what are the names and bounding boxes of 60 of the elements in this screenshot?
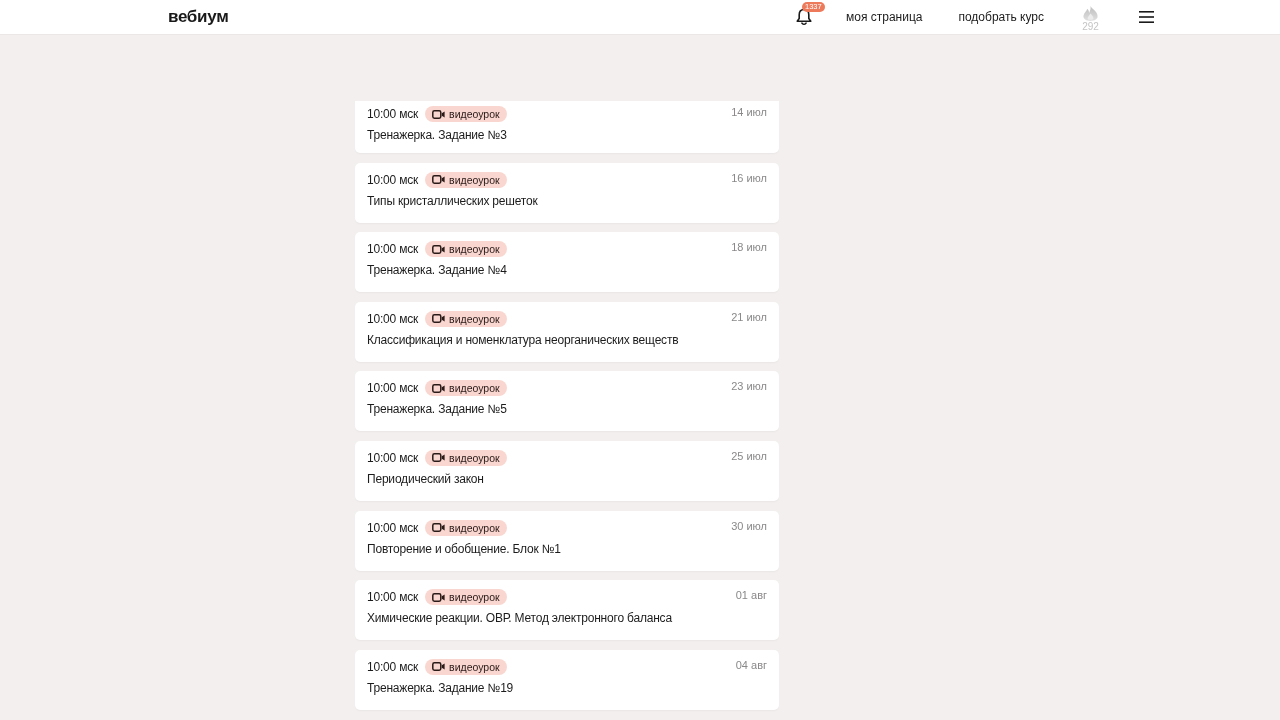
lesson-type-label: видеоурок [449, 382, 500, 395]
video-camera-icon [432, 662, 446, 672]
video-camera-icon [432, 383, 446, 393]
lesson-title: Тренажерка. Задание №3 [367, 128, 508, 142]
lesson-title: Тренажерка. Задание №4 [367, 263, 508, 278]
lesson-type-label: видеоурок [449, 660, 500, 673]
video-camera-icon [432, 175, 446, 185]
menu-icon[interactable] [1139, 11, 1154, 23]
nav-link[interactable]: моя страница [845, 10, 923, 24]
lesson-card[interactable]: 10:00 мск видеоурок 30 июл Повторение и обобщение. Блок №1 [355, 510, 779, 571]
lesson-type-label: видеоурок [449, 521, 500, 534]
lesson-date: 04 авг [735, 658, 767, 671]
lesson-time: 10:00 мск [367, 659, 419, 674]
lesson-date: 16 июл [731, 171, 767, 184]
logo[interactable]: вебиум [168, 7, 229, 27]
lesson-title: Химические реакции. ОВР. Метод электронного баланса [367, 611, 673, 626]
lesson-time: 10:00 мск [367, 242, 419, 257]
video-camera-icon [432, 453, 446, 463]
lesson-card[interactable]: 10:00 мск видеоурок 23 июл Тренажерка. Задание №5 [355, 371, 779, 432]
lesson-card[interactable]: 10:00 мск видеоурок 18 июл Тренажерка. Задание №4 [355, 232, 779, 293]
lesson-date: 25 июл [731, 449, 767, 462]
points-count: 292 [1082, 21, 1099, 32]
lesson-title: Повторение и обобщение. Блок №1 [367, 541, 562, 556]
lesson-time: 10:00 мск [367, 520, 419, 535]
lesson-title: Классификация и номенклатура неорганических веществ [367, 332, 680, 347]
video-camera-icon [432, 244, 446, 254]
lesson-time: 10:00 мск [367, 107, 419, 121]
lesson-title: Тренажерка. Задание №5 [367, 402, 508, 417]
lesson-time: 10:00 мск [367, 450, 419, 465]
lesson-time: 10:00 мск [367, 381, 419, 396]
lesson-date: 01 авг [735, 589, 767, 602]
lesson-time: 10:00 мск [367, 172, 419, 187]
lesson-date: 30 июл [731, 519, 767, 532]
lesson-type-label: видеоурок [449, 243, 500, 256]
video-camera-icon [432, 592, 446, 602]
lesson-title: Тренажерка. Задание №19 [367, 680, 515, 695]
lesson-card[interactable]: 10:00 мск видеоурок 01 авг Химические реакции. ОВР. Метод электронного баланса [355, 580, 779, 641]
lesson-type-label: видеоурок [449, 451, 500, 464]
video-camera-icon [432, 109, 446, 119]
lesson-type-label: видеоурок [449, 173, 500, 186]
lesson-date: 23 июл [731, 380, 767, 393]
lesson-card[interactable]: 10:00 мск видеоурок 04 авг Тренажерка. Задание №19 [355, 649, 779, 710]
lesson-date: 14 июл [731, 106, 767, 118]
lesson-type-label: видеоурок [449, 591, 500, 604]
lesson-card[interactable]: 10:00 мск видеоурок 25 июл Периодический закон [355, 440, 779, 501]
nav-link[interactable]: подобрать курс [958, 10, 1044, 24]
lesson-time: 10:00 мск [367, 311, 419, 326]
bell-icon[interactable] [794, 8, 813, 26]
video-camera-icon [432, 314, 446, 324]
lesson-card[interactable]: 10:00 мск видеоурок 21 июл Классификация и номенклатура неорганических веществ [355, 301, 779, 362]
lesson-card[interactable]: 10:00 мск видеоурок 16 июл Типы кристаллических решеток [355, 162, 779, 223]
lesson-date: 18 июл [731, 241, 767, 254]
lesson-type-label: видеоурок [449, 312, 500, 325]
lesson-date: 21 июл [731, 310, 767, 323]
lesson-type-label: видеоурок [449, 108, 500, 120]
video-camera-icon [432, 523, 446, 533]
lesson-title: Типы кристаллических решеток [367, 193, 539, 208]
lesson-card[interactable]: 10:00 мск видеоурок 14 июл Тренажерка. Задание №3 [355, 101, 779, 153]
lesson-time: 10:00 мск [367, 590, 419, 605]
lesson-title: Периодический закон [367, 471, 485, 486]
